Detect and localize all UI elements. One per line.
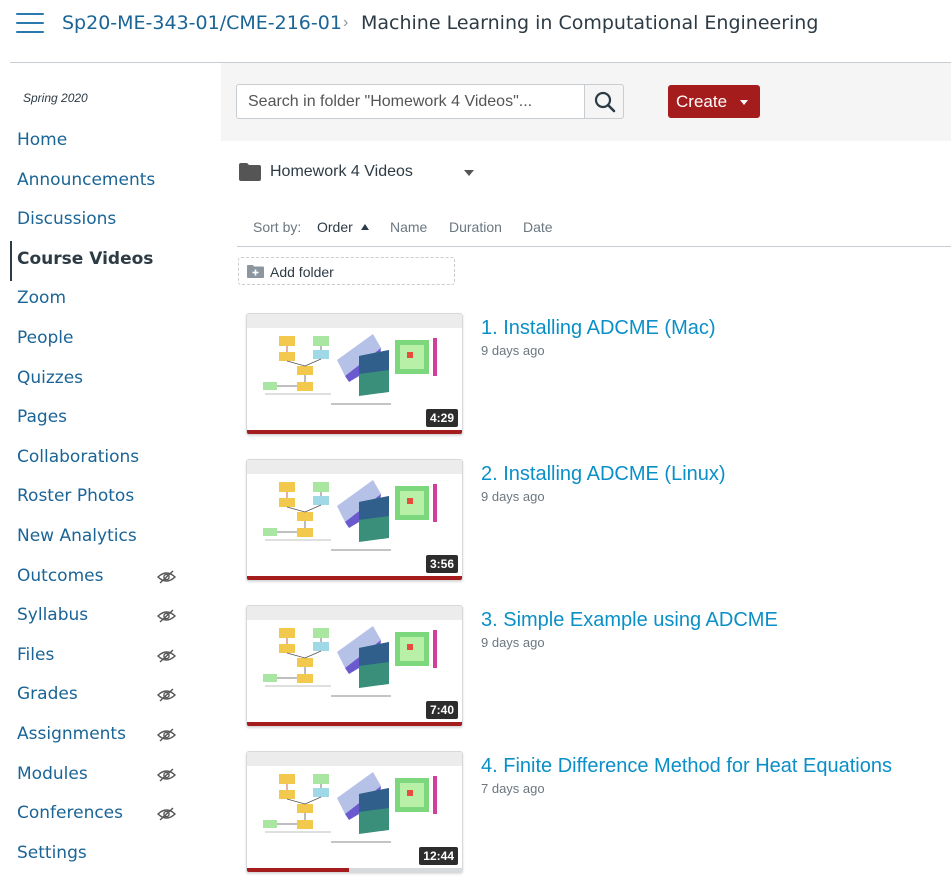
breadcrumb-current-page: Machine Learning in Computational Engine… (361, 12, 819, 34)
thumbnail-top-bar (247, 460, 462, 474)
video-thumbnail-art (263, 626, 437, 697)
sidebar-item-pages[interactable]: Pages (17, 407, 207, 431)
sidebar-item-roster-photos[interactable]: Roster Photos (17, 486, 207, 510)
sort-option-duration[interactable]: Duration (449, 219, 502, 235)
hamburger-menu-icon[interactable] (16, 13, 44, 35)
video-thumbnail[interactable]: 7:40 (246, 605, 463, 727)
add-folder-icon (247, 265, 264, 278)
video-item: 7:40 3. Simple Example using ADCME 9 days … (246, 605, 936, 729)
watch-progress-bar (247, 576, 462, 580)
sidebar-item-conferences[interactable]: Conferences (17, 803, 207, 827)
folder-name: Homework 4 Videos (270, 163, 413, 180)
sort-ascending-icon (361, 224, 369, 230)
caret-down-icon (464, 170, 474, 176)
video-title-link[interactable]: 1. Installing ADCME (Mac) (481, 317, 716, 340)
watch-progress-bar (247, 430, 462, 434)
thumbnail-top-bar (247, 752, 462, 766)
sidebar-item-syllabus[interactable]: Syllabus (17, 605, 207, 629)
video-item: 3:56 2. Installing ADCME (Linux) 9 days ag… (246, 459, 936, 583)
sidebar-item-quizzes[interactable]: Quizzes (17, 368, 207, 392)
watch-progress-bar (247, 722, 462, 726)
video-title-link[interactable]: 3. Simple Example using ADCME (481, 609, 778, 632)
add-folder-label: Add folder (270, 264, 334, 280)
video-duration: 4:29 (425, 409, 458, 427)
video-age: 9 days ago (481, 343, 545, 358)
hidden-eye-icon (157, 649, 176, 663)
video-thumbnail-art (263, 480, 437, 551)
term-label: Spring 2020 (23, 91, 88, 105)
add-folder-button[interactable]: Add folder (238, 257, 455, 285)
sidebar-item-assignments[interactable]: Assignments (17, 724, 207, 748)
watch-progress-bar (247, 868, 349, 872)
video-title-link[interactable]: 4. Finite Difference Method for Heat Equ… (481, 755, 892, 778)
sidebar-item-files[interactable]: Files (17, 645, 207, 669)
hidden-eye-icon (157, 807, 176, 821)
hidden-eye-icon (157, 609, 176, 623)
video-thumbnail[interactable]: 4:29 (246, 313, 463, 435)
sidebar-item-outcomes[interactable]: Outcomes (17, 566, 207, 590)
search-input[interactable] (236, 84, 586, 119)
video-thumbnail[interactable]: 12:44 (246, 751, 463, 873)
create-button[interactable]: Create (668, 85, 760, 118)
breadcrumb-course-link[interactable]: Sp20-ME-343-01/CME-216-01 (62, 12, 342, 34)
course-navigation: Spring 2020 Home Announcements Discussions… (0, 63, 220, 880)
sort-option-date[interactable]: Date (523, 219, 553, 235)
sidebar-item-zoom[interactable]: Zoom (17, 288, 207, 312)
sidebar-item-course-videos[interactable]: Course Videos (17, 249, 207, 273)
video-age: 9 days ago (481, 635, 545, 650)
video-age: 9 days ago (481, 489, 545, 504)
sort-by-label: Sort by: (253, 219, 302, 235)
sidebar-item-home[interactable]: Home (17, 130, 207, 154)
folder-selector[interactable]: Homework 4 Videos (238, 160, 478, 186)
hidden-eye-icon (157, 728, 176, 742)
sidebar-item-grades[interactable]: Grades (17, 684, 207, 708)
hidden-eye-icon (157, 688, 176, 702)
video-duration: 12:44 (419, 847, 458, 865)
sidebar-item-new-analytics[interactable]: New Analytics (17, 526, 207, 550)
sort-divider (237, 246, 951, 247)
search-icon (594, 91, 616, 113)
sidebar-item-announcements[interactable]: Announcements (17, 170, 207, 194)
thumbnail-top-bar (247, 606, 462, 620)
video-thumbnail-art (263, 334, 437, 405)
video-age: 7 days ago (481, 781, 545, 796)
video-item: 4:29 1. Installing ADCME (Mac) 9 days ago (246, 313, 936, 437)
video-duration: 7:40 (425, 701, 458, 719)
hidden-eye-icon (157, 768, 176, 782)
folder-icon (239, 163, 261, 181)
sidebar-item-settings[interactable]: Settings (17, 843, 207, 867)
sort-option-order[interactable]: Order (317, 219, 353, 235)
thumbnail-top-bar (247, 314, 462, 328)
video-duration: 3:56 (425, 555, 458, 573)
breadcrumb-separator-icon: › (343, 14, 349, 31)
top-header: Sp20-ME-343-01/CME-216-01 › Machine Lear… (0, 0, 951, 50)
caret-down-icon (740, 100, 748, 105)
sidebar-item-modules[interactable]: Modules (17, 764, 207, 788)
video-thumbnail[interactable]: 3:56 (246, 459, 463, 581)
hidden-eye-icon (157, 570, 176, 584)
search-button[interactable] (584, 84, 624, 119)
video-title-link[interactable]: 2. Installing ADCME (Linux) (481, 463, 726, 486)
video-thumbnail-art (263, 772, 437, 843)
video-item: 12:44 4. Finite Difference Method for Hea… (246, 751, 936, 875)
sidebar-item-discussions[interactable]: Discussions (17, 209, 207, 233)
create-button-label: Create (676, 92, 728, 111)
active-indicator (10, 240, 12, 281)
sidebar-item-collaborations[interactable]: Collaborations (17, 447, 207, 471)
sort-option-name[interactable]: Name (390, 219, 427, 235)
sidebar-item-people[interactable]: People (17, 328, 207, 352)
